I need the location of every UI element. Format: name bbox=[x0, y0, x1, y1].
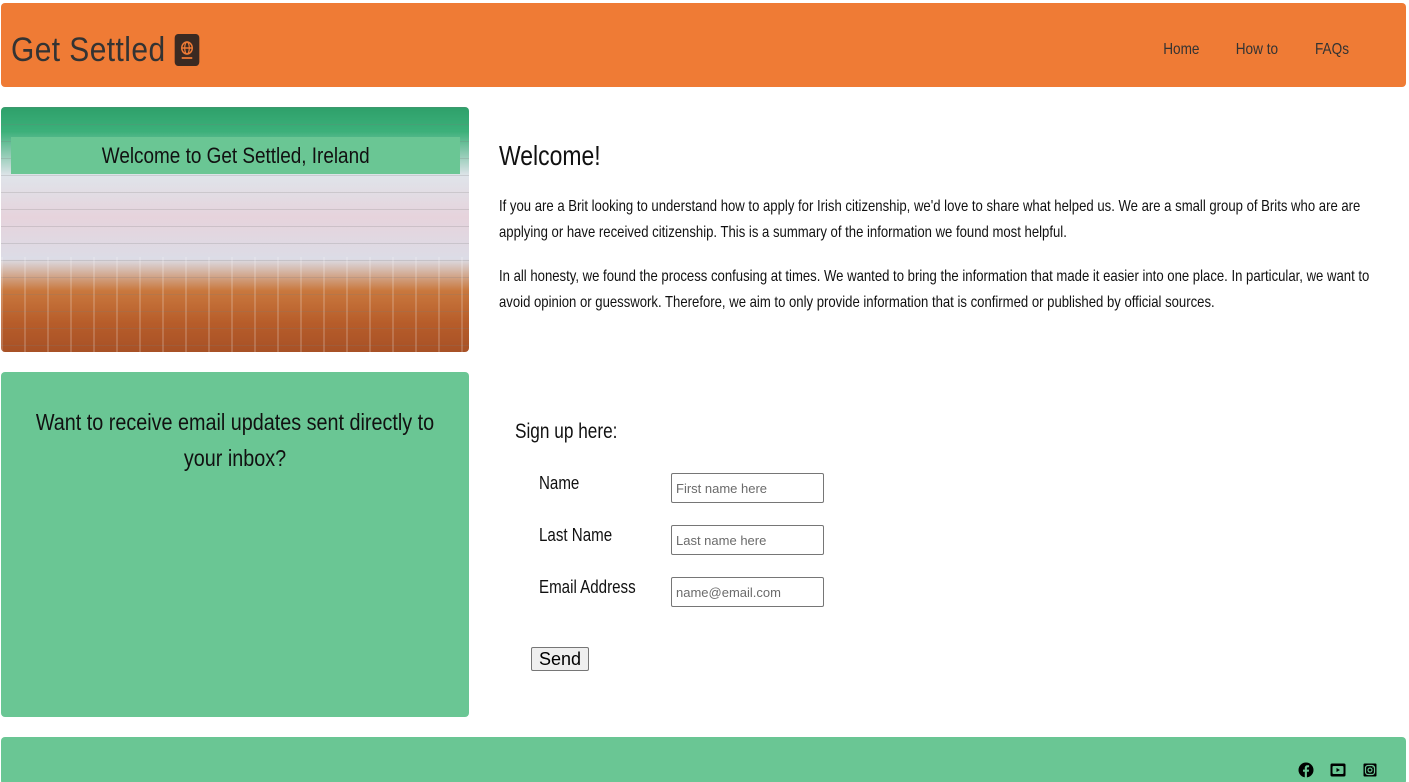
email-label: Email Address bbox=[539, 577, 636, 597]
brand-title: Get Settled bbox=[11, 30, 166, 69]
last-name-label: Last Name bbox=[539, 525, 613, 545]
hero-banner-text: Welcome to Get Settled, Ireland bbox=[101, 142, 370, 168]
facebook-icon[interactable] bbox=[1298, 762, 1314, 778]
signup-card: Want to receive email updates sent direc… bbox=[1, 372, 469, 717]
signup-card-heading-text: Want to receive email updates sent direc… bbox=[35, 409, 435, 471]
brand-logo[interactable]: Get Settled bbox=[11, 28, 199, 72]
email-input[interactable] bbox=[671, 577, 824, 607]
name-label: Name bbox=[539, 473, 580, 493]
youtube-icon[interactable] bbox=[1330, 762, 1346, 778]
instagram-icon[interactable] bbox=[1362, 762, 1378, 778]
form-title: Sign up here: bbox=[515, 420, 618, 443]
welcome-paragraph-1: If you are a Brit looking to understand … bbox=[499, 198, 1361, 241]
first-name-input[interactable] bbox=[671, 473, 824, 503]
nav-how-to-link[interactable]: How to bbox=[1236, 41, 1278, 59]
welcome-section: Welcome! If you are a Brit looking to un… bbox=[499, 140, 1389, 334]
welcome-paragraph-2: In all honesty, we found the process con… bbox=[499, 268, 1370, 311]
site-header: Get Settled Home How to FAQs bbox=[1, 3, 1406, 87]
nav-faqs-link[interactable]: FAQs bbox=[1315, 41, 1349, 59]
main-nav: Home How to FAQs bbox=[1160, 41, 1353, 59]
signup-card-heading: Want to receive email updates sent direc… bbox=[1, 404, 469, 476]
social-links bbox=[1298, 762, 1378, 778]
hero-image: Welcome to Get Settled, Ireland bbox=[1, 107, 469, 352]
hero-banner: Welcome to Get Settled, Ireland bbox=[11, 137, 460, 174]
passport-icon bbox=[174, 34, 199, 66]
last-name-input[interactable] bbox=[671, 525, 824, 555]
site-footer bbox=[1, 737, 1406, 782]
welcome-title: Welcome! bbox=[499, 140, 601, 171]
send-button[interactable]: Send bbox=[531, 647, 589, 671]
nav-home-link[interactable]: Home bbox=[1163, 41, 1199, 59]
